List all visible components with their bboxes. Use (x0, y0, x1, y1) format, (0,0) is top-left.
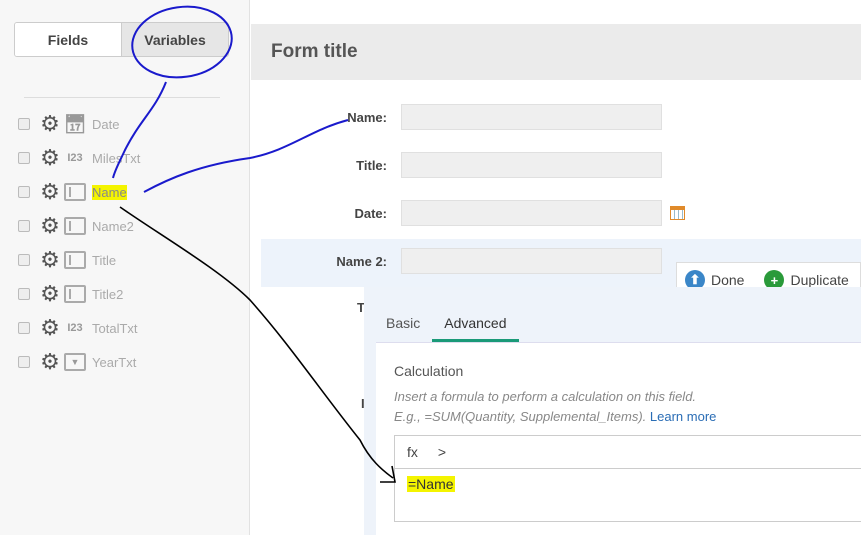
done-label: Done (711, 272, 745, 288)
form-title[interactable]: Form title (251, 24, 861, 80)
field-date: Date: (251, 200, 685, 226)
list-item[interactable]: ⚙ Title2 (18, 282, 123, 306)
textbox-icon (64, 183, 86, 201)
name2-input[interactable] (401, 248, 662, 274)
checkbox[interactable] (18, 322, 30, 334)
item-label: Title (92, 252, 117, 268)
textbox-icon (64, 251, 86, 269)
tab-fields[interactable]: Fields (15, 23, 121, 56)
field-name: Name: (251, 104, 662, 130)
tab-variables[interactable]: Variables (121, 23, 228, 56)
gear-icon[interactable]: ⚙ (38, 351, 62, 373)
item-label: MilesTxt (92, 150, 141, 166)
checkbox[interactable] (18, 220, 30, 232)
textbox-icon (64, 285, 86, 303)
desc-line-1: Insert a formula to perform a calculatio… (394, 389, 697, 404)
fx-button[interactable]: fx (407, 444, 418, 460)
gear-icon[interactable]: ⚙ (38, 283, 62, 305)
list-item[interactable]: ⚙ Title (18, 248, 116, 272)
checkbox[interactable] (18, 186, 30, 198)
desc-line-2: E.g., =SUM(Quantity, Supplemental_Items)… (394, 409, 647, 424)
field-label: Name 2: (336, 253, 387, 269)
formula-editor[interactable]: fx > =Name (394, 435, 861, 522)
field-label: Name: (347, 109, 387, 125)
item-label: Title2 (92, 286, 124, 302)
item-label: TotalTxt (92, 320, 138, 336)
formula-toolbar: fx > (395, 436, 861, 469)
gear-icon[interactable]: ⚙ (38, 147, 62, 169)
tab-advanced[interactable]: Advanced (432, 315, 519, 342)
checkbox[interactable] (18, 254, 30, 266)
advanced-body: Calculation Insert a formula to perform … (376, 342, 861, 535)
sidebar-tabs: Fields Variables (14, 22, 229, 57)
checkbox[interactable] (18, 288, 30, 300)
number-icon: I23 (67, 322, 83, 334)
gear-icon[interactable]: ⚙ (38, 181, 62, 203)
gear-icon[interactable]: ⚙ (38, 113, 62, 135)
field-name-2: Name 2: (251, 248, 662, 274)
list-item[interactable]: ⚙ Name (18, 180, 127, 204)
sidebar: Fields Variables ⚙ 📅︎ Date ⚙ I23 MilesTxt ⚙ N… (0, 0, 250, 535)
field-title: Title: (251, 152, 662, 178)
list-item[interactable]: ⚙ I23 TotalTxt (18, 316, 138, 340)
title-input[interactable] (401, 152, 662, 178)
field-label: Date: (354, 205, 387, 221)
checkbox[interactable] (18, 152, 30, 164)
item-label: Name2 (92, 218, 134, 234)
chevron-right-icon[interactable]: > (438, 444, 446, 460)
item-label: Date (92, 116, 120, 132)
learn-more-link[interactable]: Learn more (650, 409, 716, 424)
item-label: YearTxt (92, 354, 137, 370)
divider (24, 97, 220, 98)
calendar-icon: 📅︎ (63, 113, 87, 134)
calculation-description: Insert a formula to perform a calculatio… (394, 387, 716, 427)
dropdown-icon: ▼ (64, 353, 86, 371)
textbox-icon (64, 217, 86, 235)
number-icon: I23 (67, 152, 83, 164)
item-label: Name (92, 184, 127, 200)
checkbox[interactable] (18, 356, 30, 368)
duplicate-label: Duplicate (790, 272, 849, 288)
gear-icon[interactable]: ⚙ (38, 215, 62, 237)
list-item[interactable]: ⚙ I23 MilesTxt (18, 146, 140, 170)
calculation-heading: Calculation (394, 363, 464, 379)
gear-icon[interactable]: ⚙ (38, 249, 62, 271)
formula-input[interactable]: =Name (407, 476, 455, 492)
list-item[interactable]: ⚙ ▼ YearTxt (18, 350, 136, 374)
panel-tabs: Basic Advanced (364, 315, 519, 342)
name-input[interactable] (401, 104, 662, 130)
tab-basic[interactable]: Basic (364, 315, 432, 342)
list-item[interactable]: ⚙ 📅︎ Date (18, 112, 119, 136)
field-settings-panel: Basic Advanced Calculation Insert a form… (364, 287, 861, 535)
list-item[interactable]: ⚙ Name2 (18, 214, 134, 238)
date-input[interactable] (401, 200, 662, 226)
field-label: Title: (356, 157, 387, 173)
gear-icon[interactable]: ⚙ (38, 317, 62, 339)
checkbox[interactable] (18, 118, 30, 130)
calendar-icon[interactable] (670, 206, 685, 220)
